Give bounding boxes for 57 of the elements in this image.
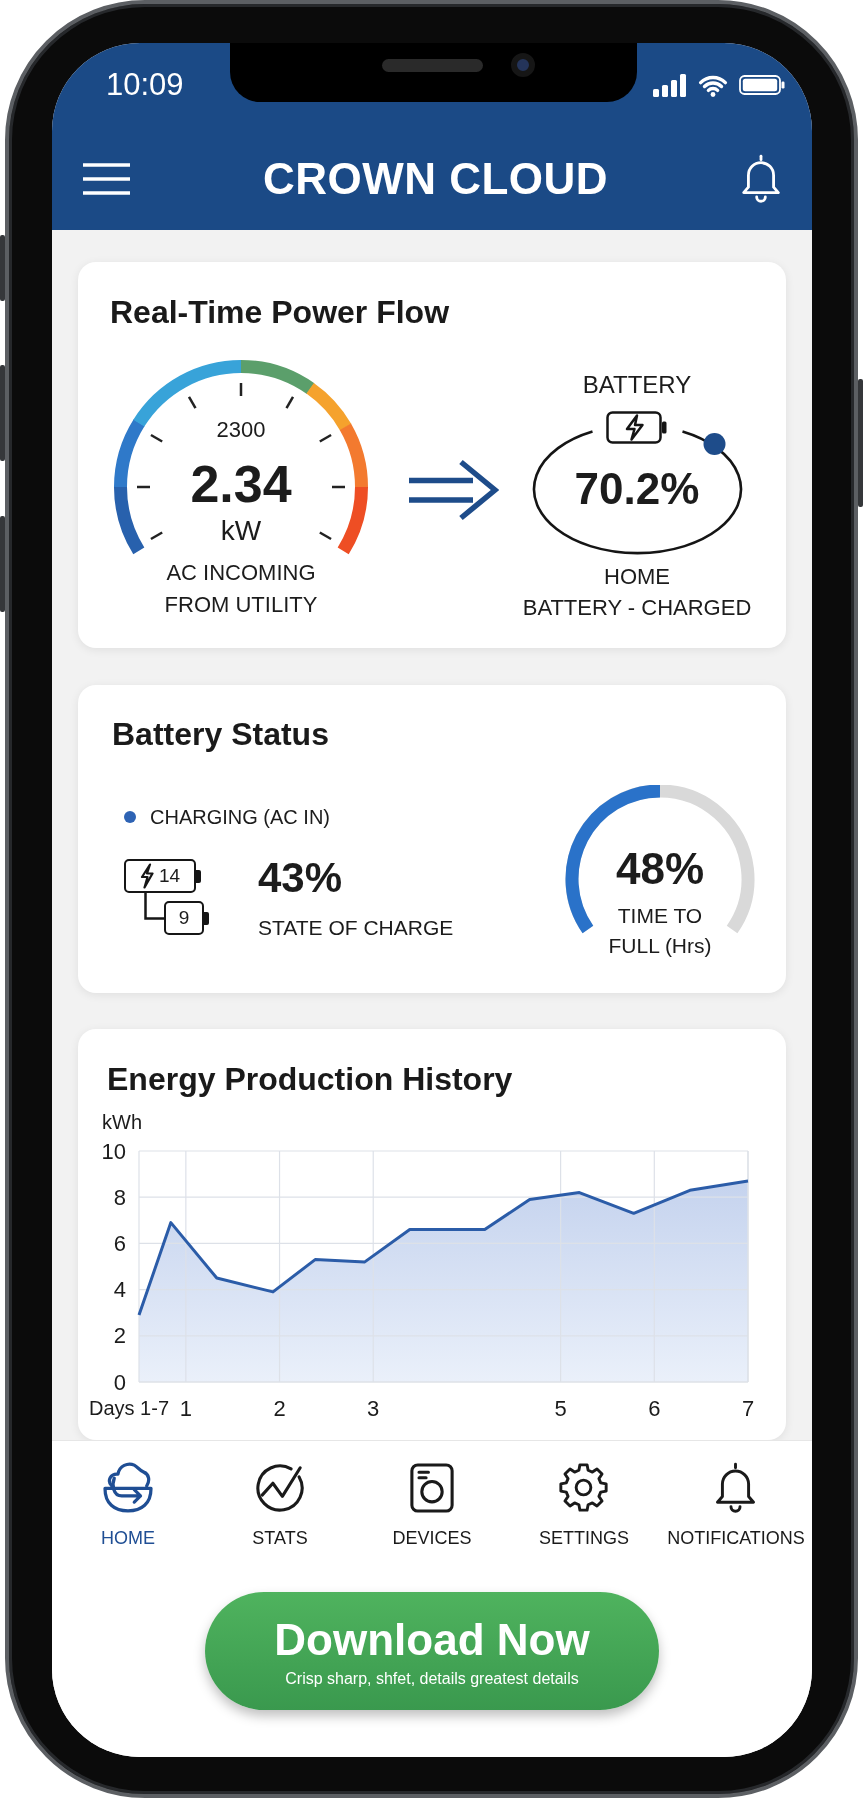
battery-label: BATTERY	[582, 371, 692, 399]
cell-reading: 14	[158, 865, 181, 887]
side-key-drawing	[0, 235, 5, 301]
y-tick-label: 0	[113, 1369, 126, 1395]
nav-tab[interactable]: STATS	[252, 1462, 308, 1550]
cloud-arrow-icon	[103, 1462, 153, 1513]
nav-tab[interactable]: HOME	[101, 1462, 155, 1550]
x-tick-label: 1	[179, 1395, 192, 1421]
nav-tab[interactable]: SETTINGS	[539, 1462, 629, 1550]
time-percent: 48%	[615, 844, 705, 894]
y-tick-label: 10	[101, 1138, 126, 1164]
app-title: CROWN CLOUD	[262, 152, 609, 205]
x-tick-label: 5	[554, 1395, 567, 1421]
settings-icon	[559, 1463, 609, 1512]
charging-status: CHARGING (AC IN)	[150, 805, 330, 830]
power-unit: kW	[220, 515, 262, 547]
x-axis-title: Days 1-7	[89, 1397, 170, 1419]
battery-caption: HOME BATTERY - CHARGED	[522, 563, 752, 622]
charge-percent: 43%	[258, 854, 344, 902]
battery-charging-icon	[606, 411, 668, 444]
menu-icon[interactable]	[83, 162, 130, 195]
nav-tab[interactable]: DEVICES	[392, 1462, 472, 1550]
x-tick-label: 6	[648, 1395, 661, 1421]
signal-icon	[653, 73, 687, 97]
card-title: Battery Status	[112, 715, 330, 753]
ring-marker-icon	[703, 433, 726, 455]
double-arrow-icon	[409, 458, 499, 522]
x-tick-label: 7	[741, 1395, 755, 1421]
battery-percent: 70.2%	[574, 464, 700, 514]
gauge-caption: AC INCOMING FROM UTILITY	[164, 559, 318, 619]
x-tick-label: 3	[367, 1395, 380, 1421]
status-time: 10:09	[106, 67, 184, 103]
power-value: 2.34	[190, 456, 292, 512]
trend-circle-icon	[256, 1463, 304, 1512]
y-tick-label: 2	[113, 1323, 126, 1349]
time-label: TIME TO FULL (Hrs)	[608, 903, 712, 959]
card-title: Real-Time Power Flow	[110, 293, 451, 331]
bell-icon	[715, 1462, 757, 1513]
camera-lens-icon	[511, 53, 535, 77]
y-tick-label: 6	[113, 1230, 126, 1256]
y-tick-label: 8	[113, 1184, 126, 1210]
y-tick-label: 4	[113, 1277, 126, 1303]
x-tick-label: 2	[273, 1395, 286, 1421]
cell-reading: 9	[178, 907, 190, 929]
nav-tab[interactable]: NOTIFICATIONS	[667, 1462, 805, 1550]
charge-label: STATE OF CHARGE	[258, 915, 454, 941]
bell-icon[interactable]	[741, 154, 781, 203]
card-title: Energy Production History	[107, 1060, 514, 1098]
battery-icon	[739, 75, 785, 95]
y-axis-title: kWh	[102, 1111, 142, 1133]
speaker-grille-icon	[382, 59, 483, 72]
lightning-icon	[139, 863, 154, 889]
wifi-icon	[698, 73, 728, 97]
status-dot-icon	[124, 811, 136, 823]
gauge-scale-label: 2300	[216, 417, 266, 443]
button-subtitle: Crisp sharp, shfet, details greatest details	[285, 1669, 579, 1689]
washing-machine-icon	[410, 1462, 454, 1513]
